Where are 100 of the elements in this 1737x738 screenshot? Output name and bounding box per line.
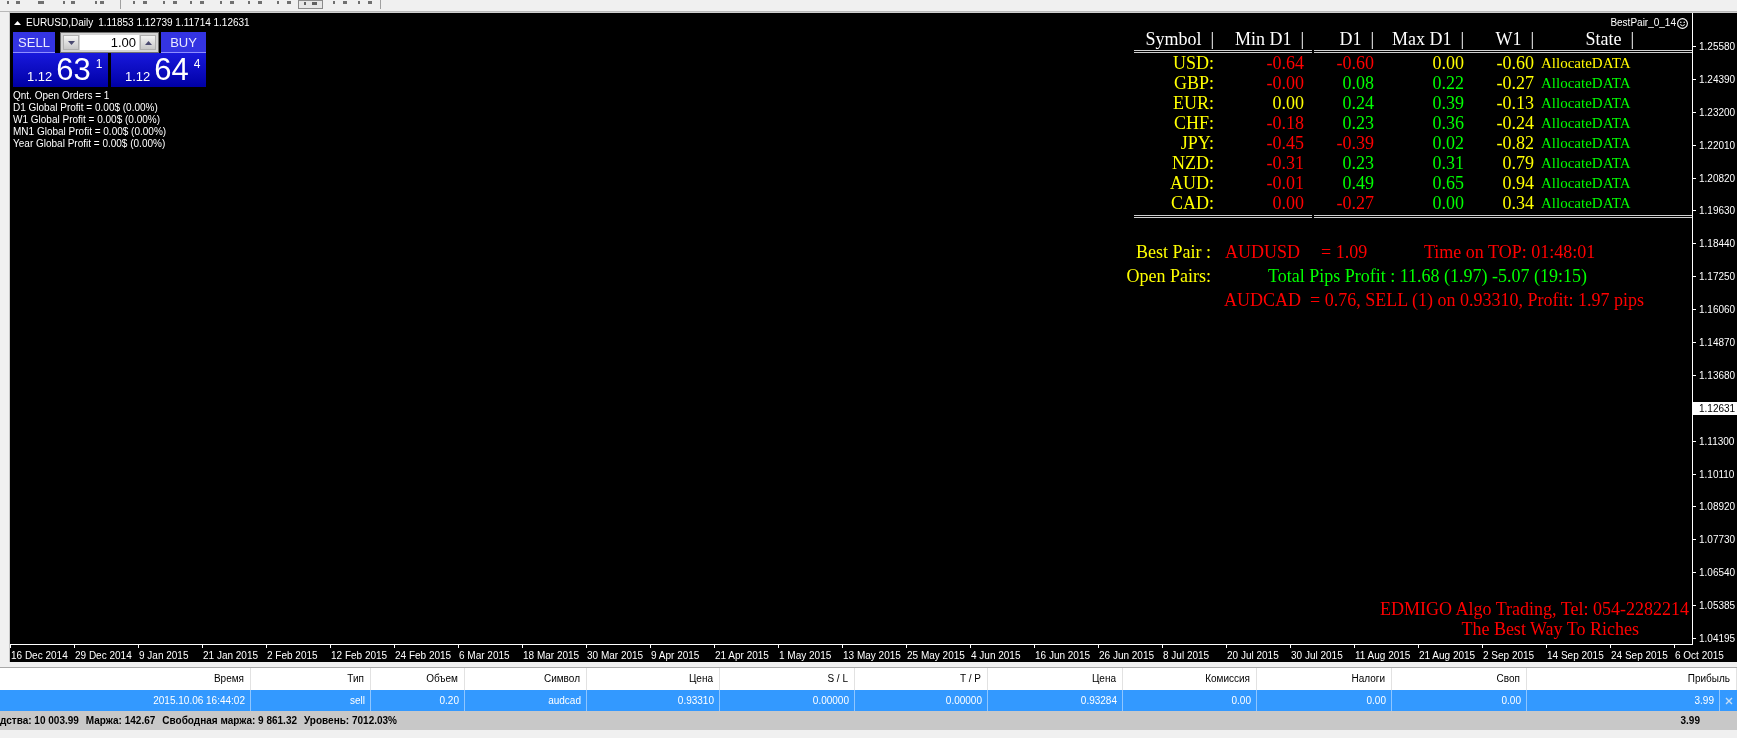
date-label: 24 Feb 2015 [395, 650, 452, 661]
toolbar-icon[interactable] [358, 0, 372, 5]
lot-input[interactable]: 1.00 [80, 35, 139, 50]
price-label: 1.19630 [1693, 205, 1737, 217]
toolbar-icon[interactable] [220, 0, 234, 5]
account-info-text: W1 Global Profit = 0.00$ (0.00%) [13, 114, 162, 126]
table-cell-text: -0.18 [1265, 113, 1304, 133]
status-text: Уровень: 7012.03% [304, 714, 397, 728]
table-cell-text: -0.00 [1265, 73, 1304, 93]
time-on-top-text: Time on TOP: 01:48:01 [1423, 241, 1597, 264]
date-label: 1 May 2015 [779, 650, 832, 661]
indicator-name: BestPair_0_14 [1610, 17, 1676, 29]
price-point-digit: 4 [193, 58, 201, 70]
table-cell-text: 0.31 [1431, 153, 1464, 173]
date-label: 2 Sep 2015 [1483, 650, 1535, 661]
date-label: 14 Sep 2015 [1547, 650, 1604, 661]
slogan-text: The Best Way To Riches [1461, 619, 1639, 639]
status-total: 3.99 [1680, 714, 1700, 728]
column-header: Min D1 | [1233, 29, 1304, 49]
account-info-text: D1 Global Profit = 0.00$ (0.00%) [13, 102, 159, 114]
price-label: 1.20820 [1693, 172, 1737, 184]
table-cell-text: CHF: [1172, 113, 1214, 133]
price-point-digit: 1 [95, 58, 103, 70]
table-cell-text: 0.23 [1341, 113, 1374, 133]
current-price-label: 1.12631 [1693, 401, 1737, 415]
date-label: 16 Dec 2014 [11, 650, 68, 661]
price-label: 1.07730 [1693, 534, 1737, 546]
toolbar-button[interactable] [298, 0, 323, 9]
smiley-icon [1677, 17, 1688, 29]
table-cell-text: 0.23 [1341, 153, 1374, 173]
table-cell-text: -0.27 [1495, 73, 1534, 93]
decrease-button[interactable] [63, 35, 79, 50]
open-pairs-label: Open Pairs: [1126, 265, 1212, 288]
price-label: 1.23200 [1693, 106, 1737, 118]
table-cell-text: EUR: [1172, 93, 1214, 113]
status-text: Свободная маржа: 9 861.32 [162, 714, 297, 728]
price-label: 1.22010 [1693, 139, 1737, 151]
toolbar-icon[interactable] [63, 0, 75, 5]
date-label: 12 Feb 2015 [331, 650, 388, 661]
price-label: 1.18440 [1693, 238, 1737, 250]
date-label: 13 May 2015 [843, 650, 901, 661]
table-cell-text: AUD: [1169, 173, 1214, 193]
table-cell-text: 0.00 [1431, 193, 1464, 213]
table-cell-text: 0.08 [1341, 73, 1374, 93]
table-cell-text: 0.00 [1431, 53, 1464, 73]
table-cell-text: -0.82 [1495, 133, 1534, 153]
table-cell-text: GBP: [1172, 73, 1214, 93]
price-label: 1.05385 [1693, 600, 1737, 612]
triangle-icon [14, 21, 21, 25]
toolbar-icon[interactable] [95, 0, 104, 5]
toolbar-icon[interactable] [277, 0, 291, 5]
date-label: 6 Mar 2015 [459, 650, 510, 661]
pips-profit-text: Total Pips Profit : 11.68 (1.97) -5.07 (19:15) [1267, 265, 1589, 288]
date-label: 21 Apr 2015 [715, 650, 769, 661]
table-cell-text: -0.60 [1335, 53, 1374, 73]
table-cell-text: NZD: [1171, 153, 1214, 173]
table-cell-text: -0.64 [1265, 53, 1304, 73]
buy-button[interactable]: BUY [161, 32, 206, 53]
table-cell-text: 0.94 [1501, 173, 1534, 193]
price-label: 1.08920 [1693, 501, 1737, 513]
price-label: 1.16060 [1693, 304, 1737, 316]
table-cell-text: 0.22 [1431, 73, 1464, 93]
table-cell-text: AllocateDATA [1540, 74, 1632, 93]
table-cell-text: -0.60 [1495, 53, 1534, 73]
table-cell-text: AllocateDATA [1540, 154, 1632, 173]
price-main-digits: 63 [56, 56, 91, 84]
table-cell-text: 0.65 [1431, 173, 1464, 193]
toolbar-icon[interactable] [38, 0, 44, 5]
table-cell-text: 0.34 [1501, 193, 1534, 213]
toolbar-icon[interactable] [190, 0, 204, 5]
toolbar-icon[interactable] [248, 0, 262, 5]
price-prefix: 1.12 [27, 70, 53, 83]
table-cell-text: AllocateDATA [1540, 174, 1632, 193]
toolbar-icon[interactable] [333, 0, 347, 5]
status-text: дства: 10 003.99 [0, 714, 79, 728]
price-label: 1.24390 [1693, 73, 1737, 85]
sell-button[interactable]: SELL [13, 32, 55, 53]
date-label: 30 Mar 2015 [587, 650, 644, 661]
table-cell-text: USD: [1172, 53, 1214, 73]
toolbar-icon[interactable] [163, 0, 177, 5]
price-label: 1.11300 [1693, 435, 1737, 447]
price-main-digits: 64 [154, 56, 189, 84]
table-cell-text: AllocateDATA [1540, 54, 1632, 73]
toolbar-icon[interactable] [133, 0, 147, 5]
date-label: 30 Jul 2015 [1291, 650, 1343, 661]
chart-quotes: 1.11853 1.12739 1.11714 1.12631 [98, 17, 250, 29]
column-header: State | [1584, 29, 1635, 49]
toolbar-icon[interactable] [7, 0, 20, 5]
price-label: 1.14870 [1693, 337, 1737, 348]
price-label: 1.17250 [1693, 271, 1737, 283]
table-cell-text: -0.31 [1265, 153, 1304, 173]
lot-spinner[interactable]: 1.00 [60, 32, 159, 53]
price-label: 1.06540 [1693, 567, 1737, 579]
best-pair-symbol: AUDUSD [1224, 241, 1301, 264]
position-text: AUDCAD = 0.76, SELL (1) on 0.93310, Profit: 1.97 pips [1223, 289, 1645, 312]
date-label: 21 Aug 2015 [1419, 650, 1476, 661]
increase-button[interactable] [140, 35, 156, 50]
price-label: 1.25580 [1693, 41, 1737, 52]
date-label: 8 Jul 2015 [1163, 650, 1210, 661]
price-label: 1.13680 [1693, 369, 1737, 381]
